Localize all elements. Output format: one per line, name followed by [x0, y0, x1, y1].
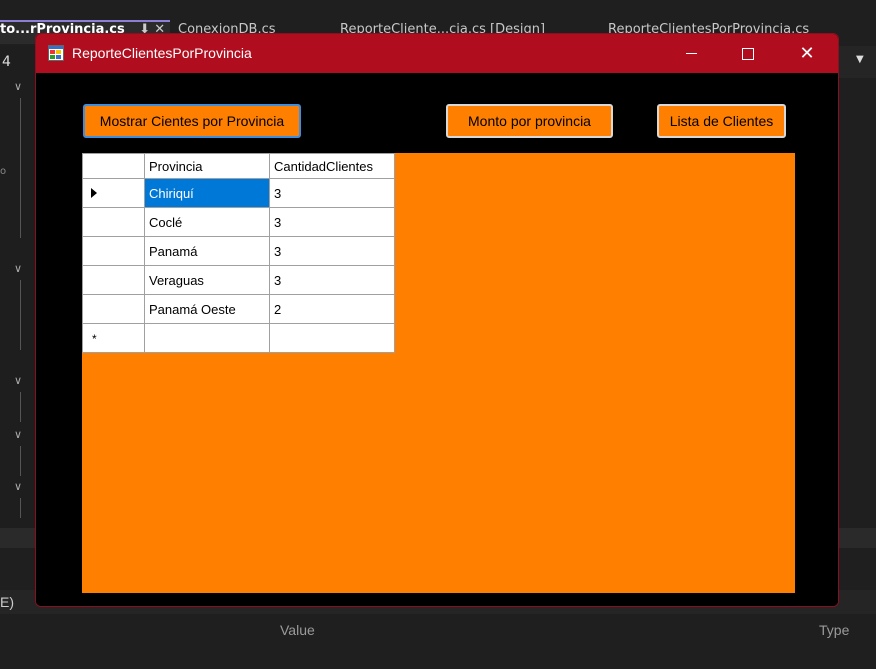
fold-line [20, 498, 21, 518]
chevron-down-icon[interactable]: ▼ [856, 54, 864, 65]
cell-cantidad[interactable]: 3 [269, 207, 395, 237]
fold-line [20, 280, 21, 350]
chevron-down-icon[interactable]: ∨ [14, 262, 22, 275]
row-header[interactable] [82, 294, 145, 324]
data-grid-table: Provincia CantidadClientes Chiriquí 3 Co… [82, 153, 395, 353]
cell-cantidad[interactable]: 2 [269, 294, 395, 324]
column-header-cantidad[interactable]: CantidadClientes [269, 153, 395, 179]
header-row: Provincia CantidadClientes [82, 153, 395, 179]
cell-provincia[interactable]: Panamá Oeste [144, 294, 270, 324]
current-row-arrow-icon [91, 187, 97, 198]
table-row[interactable]: Veraguas 3 [82, 265, 395, 295]
ide-line-number: 4 [2, 54, 11, 70]
table-row[interactable]: Panamá Oeste 2 [82, 294, 395, 324]
window-title: ReporteClientesPorProvincia [72, 45, 252, 61]
mostrar-clientes-button[interactable]: Mostrar Cientes por Provincia [83, 104, 301, 138]
close-icon: ✕ [799, 42, 815, 64]
ide-editor-gutter: 4 ∨ o ∨ ∨ ∨ ∨ [0, 46, 36, 530]
column-header-provincia[interactable]: Provincia [144, 153, 270, 179]
winforms-form-icon[interactable] [48, 45, 64, 61]
chevron-down-icon[interactable]: ∨ [14, 480, 22, 493]
fold-line [20, 446, 21, 476]
maximize-button[interactable] [725, 34, 771, 73]
chevron-down-icon[interactable]: ∨ [14, 80, 22, 93]
form-client-area: Mostrar Cientes por Provincia Monto por … [36, 73, 838, 606]
cell-provincia[interactable]: Chiriquí [144, 178, 270, 208]
ide-panel-label: E) [0, 594, 14, 610]
chevron-down-icon[interactable]: ∨ [14, 374, 22, 387]
cell-cantidad[interactable]: 3 [269, 178, 395, 208]
row-header[interactable] [82, 236, 145, 266]
cell-cantidad[interactable]: 3 [269, 236, 395, 266]
minimize-icon [685, 53, 697, 54]
minimize-button[interactable] [668, 34, 714, 73]
form-window: ReporteClientesPorProvincia ✕ Mostrar Ci… [35, 33, 839, 607]
row-header[interactable] [82, 265, 145, 295]
fold-line [20, 98, 21, 238]
ide-column-value: Value [280, 622, 315, 638]
ide-gutter-glyph: o [0, 166, 7, 177]
table-row[interactable]: Panamá 3 [82, 236, 395, 266]
close-button[interactable]: ✕ [784, 34, 830, 73]
fold-line [20, 392, 21, 422]
datagridview[interactable]: Provincia CantidadClientes Chiriquí 3 Co… [82, 153, 795, 593]
row-header-corner[interactable] [82, 153, 145, 179]
cell-provincia[interactable] [144, 323, 270, 353]
table-row[interactable]: Chiriquí 3 [82, 178, 395, 208]
cell-provincia[interactable]: Veraguas [144, 265, 270, 295]
cell-provincia[interactable]: Coclé [144, 207, 270, 237]
monto-provincia-button[interactable]: Monto por provincia [446, 104, 613, 138]
table-row[interactable]: Coclé 3 [82, 207, 395, 237]
title-bar[interactable]: ReporteClientesPorProvincia ✕ [36, 34, 838, 73]
lista-clientes-button[interactable]: Lista de Clientes [657, 104, 786, 138]
cell-cantidad[interactable] [269, 323, 395, 353]
cell-provincia[interactable]: Panamá [144, 236, 270, 266]
new-row-star-icon: * [92, 331, 97, 346]
maximize-icon [742, 47, 754, 60]
chevron-down-icon[interactable]: ∨ [14, 428, 22, 441]
new-row[interactable]: * [82, 323, 395, 353]
row-header[interactable]: * [82, 323, 145, 353]
ide-column-type: Type [819, 622, 850, 638]
row-header[interactable] [82, 207, 145, 237]
row-header[interactable] [82, 178, 145, 208]
cell-cantidad[interactable]: 3 [269, 265, 395, 295]
